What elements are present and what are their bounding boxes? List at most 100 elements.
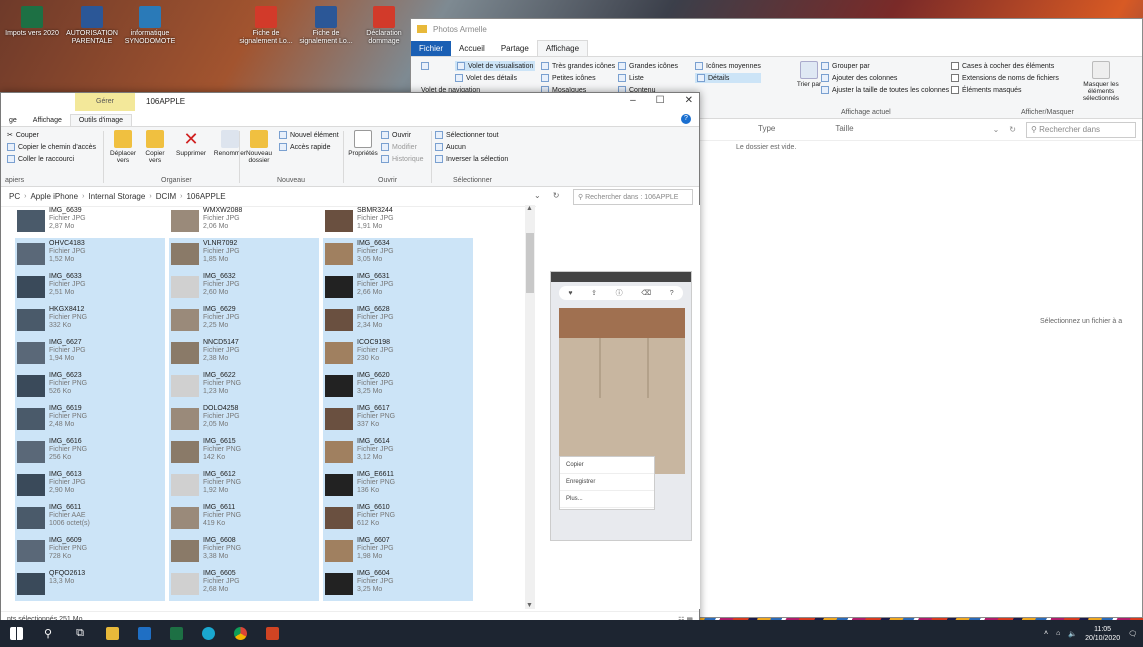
refresh-icon[interactable]: ↻ xyxy=(553,191,560,200)
new-folder-button[interactable]: Nouveau dossier xyxy=(243,130,275,164)
desktop-icon[interactable]: Impots vers 2020 xyxy=(2,6,62,38)
file-item[interactable]: IMG_6623 Fichier PNG 526 Ko xyxy=(15,370,165,403)
file-item[interactable]: DOLO4258 Fichier JPG 2,05 Mo xyxy=(169,403,319,436)
file-item[interactable]: IMG_6622 Fichier PNG 1,23 Mo xyxy=(169,370,319,403)
tab-affichage[interactable]: Affichage xyxy=(536,40,589,56)
file-item[interactable]: QFQO2613 13,3 Mo xyxy=(15,568,165,601)
hidden-items-toggle[interactable]: Éléments masqués xyxy=(951,85,1059,95)
crumb-iphone[interactable]: Apple iPhone xyxy=(30,192,78,201)
crumb-106apple[interactable]: 106APPLE xyxy=(186,192,225,201)
scroll-up-icon[interactable]: ▲ xyxy=(526,205,533,212)
cut-button[interactable]: ✂ Couper xyxy=(7,130,96,140)
edit-button[interactable]: Modifier xyxy=(381,142,424,152)
minimize-button[interactable]: – xyxy=(630,95,636,106)
column-size[interactable]: Taille xyxy=(835,124,853,133)
desktop-icon[interactable]: informatique SYNODOMOTE xyxy=(120,6,180,46)
file-item[interactable]: OHVC4183 Fichier JPG 1,52 Mo xyxy=(15,238,165,271)
search-input[interactable]: ⚲ Rechercher dans : 106APPLE xyxy=(573,189,693,205)
file-explorer-icon[interactable] xyxy=(96,620,128,647)
file-item[interactable]: IMG_6615 Fichier PNG 142 Ko xyxy=(169,436,319,469)
file-item[interactable]: IMG_6639 Fichier JPG 2,87 Mo xyxy=(15,205,165,238)
file-item[interactable]: ICOC9198 Fichier JPG 230 Ko xyxy=(323,337,473,370)
layout-list[interactable]: Liste xyxy=(618,73,678,83)
tab-accueil[interactable]: Accueil xyxy=(451,41,493,56)
explorer-window-106apple[interactable]: Gérer 106APPLE – ☐ ✕ ge Affichage Outils… xyxy=(0,92,700,628)
file-item[interactable]: IMG_6619 Fichier PNG 2,48 Mo xyxy=(15,403,165,436)
tab-gerer[interactable]: Gérer xyxy=(75,93,135,111)
delete-button[interactable]: ✕ Supprimer xyxy=(171,130,211,164)
tab-affichage[interactable]: Affichage xyxy=(25,115,70,126)
file-item[interactable]: IMG_6616 Fichier PNG 256 Ko xyxy=(15,436,165,469)
file-item[interactable]: IMG_E6611 Fichier PNG 136 Ko xyxy=(323,469,473,502)
file-item[interactable]: IMG_6617 Fichier PNG 337 Ko xyxy=(323,403,473,436)
windows-start-icon[interactable] xyxy=(0,620,32,647)
layout-xl-icons[interactable]: Très grandes icônes xyxy=(541,61,615,71)
hide-selected-button[interactable]: Masquer les éléments sélectionnés xyxy=(1075,61,1127,102)
refresh-icon[interactable]: ↻ xyxy=(1009,125,1016,134)
maximize-button[interactable]: ☐ xyxy=(656,95,665,106)
close-button[interactable]: ✕ xyxy=(685,95,693,106)
help-icon[interactable]: ? xyxy=(681,114,691,124)
file-item[interactable]: WMXW2088 Fichier JPG 2,06 Mo xyxy=(169,205,319,238)
crumb-pc[interactable]: PC xyxy=(9,192,20,201)
tab-partage[interactable]: Partage xyxy=(493,41,537,56)
column-type[interactable]: Type xyxy=(758,124,775,133)
item-checkboxes-toggle[interactable]: Cases à cocher des éléments xyxy=(951,61,1059,71)
scrollbar[interactable]: ▲ ▼ xyxy=(525,205,535,609)
layout-large-icons[interactable]: Grandes icônes xyxy=(618,61,678,71)
search-icon[interactable]: ⚲ xyxy=(32,620,64,647)
tab-partage[interactable]: ge xyxy=(1,115,25,126)
file-item[interactable]: IMG_6608 Fichier PNG 3,38 Mo xyxy=(169,535,319,568)
details-pane-button[interactable]: Volet des détails xyxy=(455,73,535,83)
tab-image-tools[interactable]: Outils d'image xyxy=(69,114,132,126)
move-to-button[interactable]: Déplacer vers xyxy=(107,130,139,164)
preview-pane-button[interactable]: Volet de visualisation xyxy=(455,61,536,71)
desktop-icon[interactable]: Fiche de signalement Lo... xyxy=(296,6,356,46)
desktop-icon[interactable]: Fiche de signalement Lo... xyxy=(236,6,296,46)
properties-button[interactable]: Propriétés xyxy=(347,130,379,166)
address-bar[interactable]: PC › Apple iPhone › Internal Storage › DCIM… xyxy=(1,187,699,207)
copy-path-button[interactable]: Copier le chemin d'accès xyxy=(7,142,96,152)
file-item[interactable]: IMG_6633 Fichier JPG 2,51 Mo xyxy=(15,271,165,304)
file-item[interactable]: IMG_6611 Fichier AAE 1006 octet(s) xyxy=(15,502,165,535)
file-item[interactable]: IMG_6604 Fichier JPG 3,25 Mo xyxy=(323,568,473,601)
select-none-button[interactable]: Aucun xyxy=(435,142,508,152)
file-item[interactable]: VLNR7092 Fichier JPG 1,85 Mo xyxy=(169,238,319,271)
chrome-icon[interactable] xyxy=(224,620,256,647)
powerpoint-icon[interactable] xyxy=(256,620,288,647)
open-button[interactable]: Ouvrir xyxy=(381,130,424,140)
file-item[interactable]: IMG_6632 Fichier JPG 2,60 Mo xyxy=(169,271,319,304)
file-item[interactable]: HKGX8412 Fichier PNG 332 Ko xyxy=(15,304,165,337)
new-item-button[interactable]: Nouvel élément xyxy=(279,130,339,140)
history-button[interactable]: Historique xyxy=(381,154,424,164)
file-item[interactable]: IMG_6627 Fichier JPG 1,94 Mo xyxy=(15,337,165,370)
file-item[interactable]: IMG_6634 Fichier JPG 3,05 Mo xyxy=(323,238,473,271)
group-by-button[interactable]: Grouper par xyxy=(821,61,949,71)
file-extensions-toggle[interactable]: Extensions de noms de fichiers xyxy=(951,73,1059,83)
notification-icon[interactable]: 🗨 xyxy=(1128,630,1137,638)
crumb-storage[interactable]: Internal Storage xyxy=(88,192,145,201)
file-item[interactable]: IMG_6631 Fichier JPG 2,66 Mo xyxy=(323,271,473,304)
layout-details[interactable]: Détails xyxy=(695,73,761,83)
outlook-icon[interactable] xyxy=(128,620,160,647)
edge-icon[interactable] xyxy=(192,620,224,647)
file-item[interactable]: IMG_6628 Fichier JPG 2,34 Mo xyxy=(323,304,473,337)
add-columns-button[interactable]: Ajouter des colonnes xyxy=(821,73,949,83)
file-item[interactable]: IMG_6607 Fichier JPG 1,98 Mo xyxy=(323,535,473,568)
file-item[interactable]: IMG_6610 Fichier PNG 612 Ko xyxy=(323,502,473,535)
file-item[interactable]: IMG_6605 Fichier JPG 2,68 Mo xyxy=(169,568,319,601)
task-view-icon[interactable]: ⧉ xyxy=(64,620,96,647)
file-item[interactable]: IMG_6611 Fichier PNG 419 Ko xyxy=(169,502,319,535)
file-item[interactable]: IMG_6613 Fichier JPG 2,90 Mo xyxy=(15,469,165,502)
scroll-down-icon[interactable]: ▼ xyxy=(526,602,533,609)
chevron-down-icon[interactable]: ⌄ xyxy=(993,125,1000,134)
file-item[interactable]: IMG_6620 Fichier JPG 3,25 Mo xyxy=(323,370,473,403)
file-item[interactable]: NNCD5147 Fichier JPG 2,38 Mo xyxy=(169,337,319,370)
layout-small-icons[interactable]: Petites icônes xyxy=(541,73,615,83)
copy-to-button[interactable]: Copier vers xyxy=(139,130,171,164)
search-input[interactable]: ⚲ Rechercher dans xyxy=(1026,121,1136,138)
desktop-icon[interactable]: AUTORISATION PARENTALE xyxy=(62,6,122,46)
desktop-icon[interactable]: Déclaration dommage xyxy=(354,6,414,46)
layout-medium-icons[interactable]: Icônes moyennes xyxy=(695,61,761,71)
file-item[interactable]: IMG_6609 Fichier PNG 728 Ko xyxy=(15,535,165,568)
